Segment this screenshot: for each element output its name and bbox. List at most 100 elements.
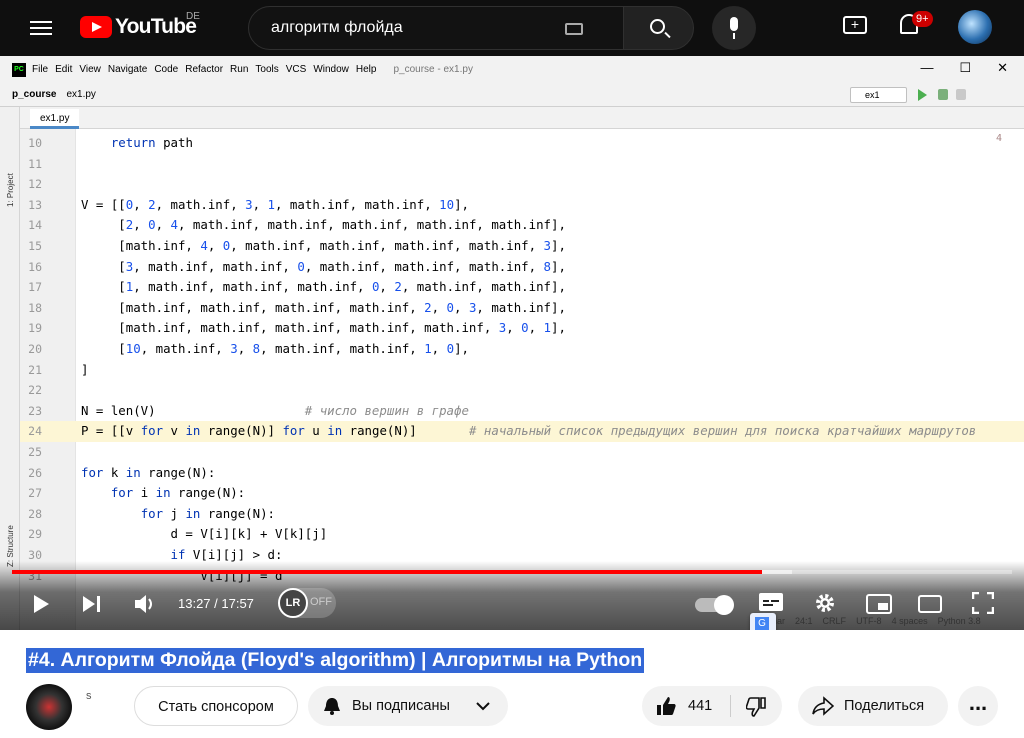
share-button[interactable]: Поделиться	[798, 686, 948, 726]
pycharm-logo-icon: PC	[12, 62, 26, 77]
code-line: 19 [math.inf, math.inf, math.inf, math.i…	[20, 318, 1024, 339]
search-input[interactable]	[271, 19, 561, 37]
fullscreen-icon[interactable]	[972, 592, 994, 614]
search-button[interactable]	[623, 6, 694, 50]
line-number: 16	[28, 259, 42, 274]
subscribed-label: Вы подписаны	[352, 698, 450, 714]
status-encoding: UTF-8	[856, 616, 882, 626]
subtitles-icon[interactable]	[758, 592, 784, 612]
search-box	[248, 6, 624, 50]
settings-gear-icon[interactable]	[814, 592, 836, 614]
debug-icon	[938, 89, 948, 100]
channel-name[interactable]: s	[86, 690, 92, 702]
more-actions-button[interactable]: ...	[958, 686, 998, 726]
coverage-icon	[956, 89, 966, 100]
code-line: 13 V = [[0, 2, math.inf, 3, 1, math.inf, …	[20, 195, 1024, 216]
menu-file: File	[32, 64, 49, 75]
share-label: Поделиться	[844, 698, 925, 714]
line-number: 23	[28, 403, 42, 418]
time-display: 13:27 / 17:57	[178, 596, 254, 611]
country-code: DE	[186, 11, 200, 22]
subscribed-button[interactable]: Вы подписаны	[308, 686, 508, 726]
chevron-down-icon	[476, 702, 490, 711]
line-number: 22	[28, 383, 42, 398]
menu-refactor: Refactor	[185, 64, 224, 75]
ide-window-title: p_course - ex1.py	[393, 64, 473, 75]
line-number: 24	[28, 424, 42, 439]
code-line: 15 [math.inf, 4, 0, math.inf, math.inf, …	[20, 236, 1024, 257]
menu-edit: Edit	[55, 64, 73, 75]
code-line: 11	[20, 154, 1024, 175]
line-number: 18	[28, 300, 42, 315]
breadcrumb-project: p_course	[12, 89, 57, 100]
line-number: 27	[28, 486, 42, 501]
code-text: P = [[v for v in range(N)] for u in rang…	[81, 423, 977, 439]
code-line: 26 for k in range(N):	[20, 463, 1024, 484]
ide-statusbar: 1 char 24:1 CRLF UTF-8 4 spaces Python 3…	[760, 616, 981, 626]
volume-icon[interactable]	[134, 593, 158, 615]
sponsor-label: Стать спонсором	[158, 699, 274, 715]
code-text: [2, 0, 4, math.inf, math.inf, math.inf, …	[81, 217, 566, 233]
video-player[interactable]: PC File Edit View Navigate Code Refactor…	[0, 56, 1024, 630]
window-controls: — ☐ ✕	[920, 60, 1008, 76]
theater-mode-icon[interactable]	[918, 594, 942, 614]
code-text: V = [[0, 2, math.inf, 3, 1, math.inf, ma…	[81, 196, 469, 212]
lr-off-label: OFF	[310, 596, 332, 608]
miniplayer-icon[interactable]	[866, 594, 892, 614]
ide-menubar: PC File Edit View Navigate Code Refactor…	[0, 56, 1024, 83]
line-number: 19	[28, 321, 42, 336]
microphone-icon	[730, 17, 738, 31]
status-line-ending: CRLF	[822, 616, 847, 626]
code-text: d = V[i][k] + V[k][j]	[81, 526, 328, 542]
code-line: 25	[20, 442, 1024, 463]
code-line: 29 d = V[i][k] + V[k][j]	[20, 524, 1024, 545]
tab-ex1: ex1.py	[30, 109, 80, 129]
ide-tabbar: ex1.py	[20, 107, 1024, 129]
line-number: 29	[28, 527, 42, 542]
minimize-icon: —	[920, 60, 934, 75]
channel-avatar[interactable]	[26, 684, 72, 730]
like-dislike-group: 441	[642, 686, 782, 726]
like-count: 441	[688, 698, 713, 714]
code-text: [math.inf, math.inf, math.inf, math.inf,…	[81, 299, 566, 315]
code-line: 14 [2, 0, 4, math.inf, math.inf, math.in…	[20, 215, 1024, 236]
play-icon[interactable]	[32, 593, 50, 615]
run-config-select: ex1	[850, 87, 907, 103]
like-icon[interactable]	[656, 696, 676, 716]
code-line: 18 [math.inf, math.inf, math.inf, math.i…	[20, 298, 1024, 319]
code-line: 23 N = len(V) # число вершин в графе	[20, 401, 1024, 422]
maximize-icon: ☐	[959, 60, 972, 75]
voice-search-button[interactable]	[712, 6, 756, 50]
code-text: [3, math.inf, math.inf, 0, math.inf, mat…	[81, 258, 566, 274]
code-text: [10, math.inf, 3, 8, math.inf, math.inf,…	[81, 341, 469, 356]
dislike-icon[interactable]	[746, 697, 766, 717]
sponsor-button[interactable]: Стать спонсором	[134, 686, 298, 726]
share-icon	[812, 696, 834, 716]
code-text: return path	[110, 135, 193, 150]
code-text: [math.inf, 4, 0, math.inf, math.inf, mat…	[81, 238, 566, 253]
next-icon[interactable]	[82, 594, 102, 614]
keyboard-icon[interactable]	[565, 23, 583, 35]
lr-extension-button[interactable]: LR OFF	[278, 588, 336, 618]
menu-view: View	[79, 64, 101, 75]
video-title: #4. Алгоритм Флойда (Floyd's algorithm) …	[26, 648, 645, 673]
line-number: 15	[28, 239, 42, 253]
search-icon	[650, 19, 665, 34]
menu-window: Window	[313, 64, 349, 75]
line-number: 10	[28, 136, 42, 150]
menu-icon[interactable]	[30, 17, 52, 37]
menu-run: Run	[230, 64, 249, 75]
code-line: 17 [1, math.inf, math.inf, math.inf, 0, …	[20, 277, 1024, 298]
autoplay-toggle[interactable]	[695, 595, 734, 615]
code-text: for j in range(N):	[140, 505, 275, 521]
youtube-logo[interactable]: YouTube DE	[80, 11, 200, 39]
code-line: 21]	[20, 360, 1024, 381]
code-text: for k in range(N):	[81, 464, 216, 480]
progress-bar[interactable]	[12, 570, 1012, 574]
menu-navigate: Navigate	[107, 64, 148, 75]
progress-played	[12, 570, 762, 574]
code-line: 20 [10, math.inf, 3, 8, math.inf, math.i…	[20, 339, 1024, 360]
create-video-icon[interactable]: +	[843, 16, 867, 34]
code-line: 24 P = [[v for v in range(N)] for u in ra…	[20, 421, 1024, 442]
user-avatar[interactable]	[958, 10, 992, 44]
